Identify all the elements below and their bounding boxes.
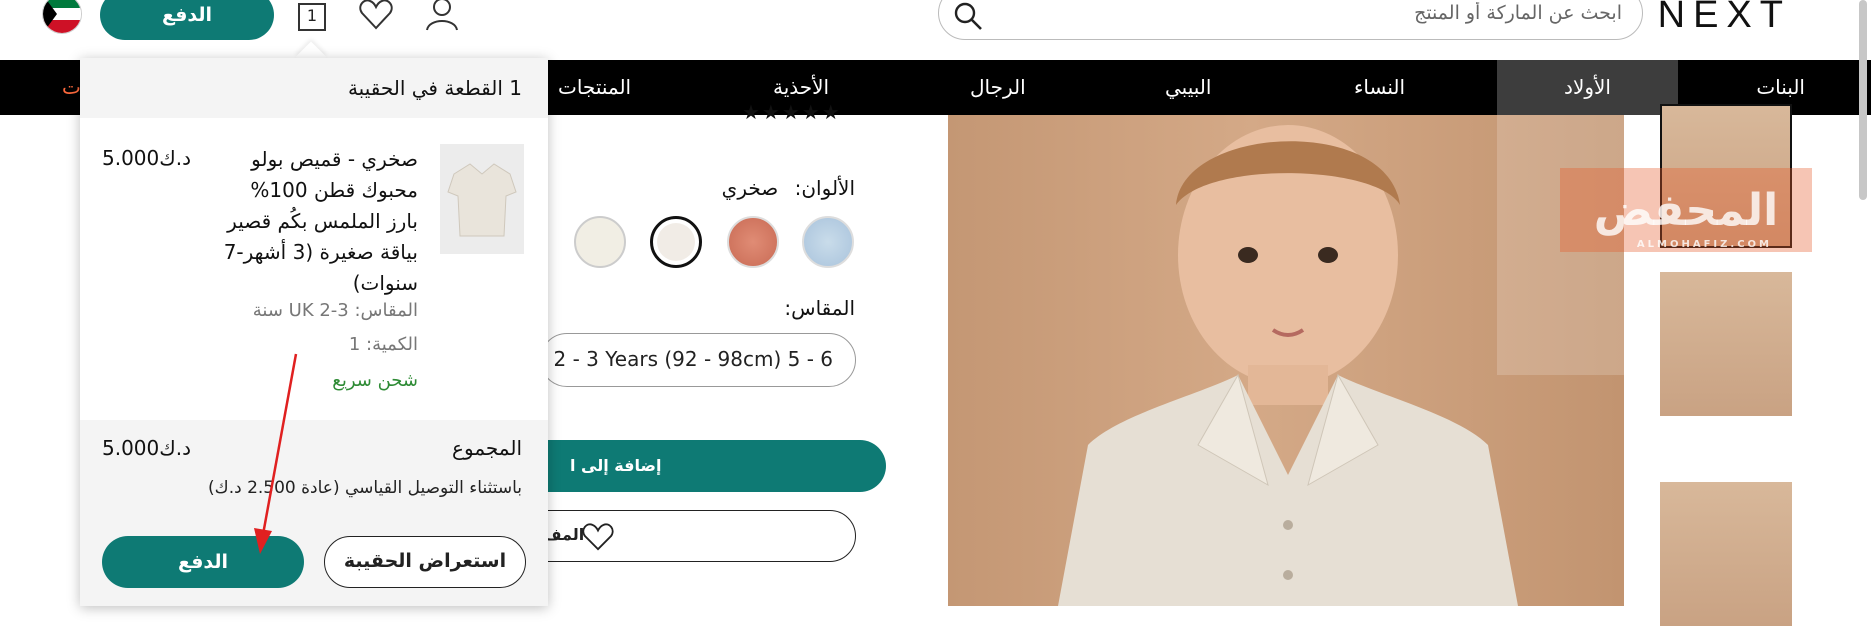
favourite-button[interactable]: المف [540, 510, 856, 562]
annotation-arrow [254, 353, 298, 554]
size-label: المقاس: [784, 296, 855, 320]
shipping-badge: شحن سريع [332, 370, 418, 391]
total-price: 5.000د.ك [102, 436, 192, 460]
nav-item-boys[interactable]: الأولاد [1497, 60, 1678, 115]
colour-swatch-blue[interactable] [802, 216, 854, 268]
search-bar[interactable] [938, 0, 1643, 40]
page-scrollbar[interactable] [1859, 0, 1867, 200]
thumbnail-2[interactable] [1660, 272, 1792, 416]
item-thumbnail[interactable] [440, 144, 524, 254]
bag-button[interactable]: 1 [296, 0, 328, 32]
item-title[interactable]: صخري - قميص بولو محبوك قطن 100% بارز الم… [218, 144, 418, 299]
kuwait-flag-icon[interactable] [42, 0, 82, 34]
search-input[interactable] [1060, 1, 1624, 25]
item-size: المقاس: UK 2-3 سنة [252, 300, 418, 321]
colours-label-text: الألوان: [794, 176, 855, 200]
watermark-subtext: ALMOHAFIZ.COM [1636, 239, 1772, 250]
colour-swatch-rust[interactable] [727, 216, 779, 268]
size-select[interactable]: 2 - 3 Years (92 - 98cm) 5 - 6 [540, 333, 856, 387]
watermark-text: المحفض [1593, 184, 1779, 236]
account-icon[interactable] [424, 0, 460, 32]
checkout-button[interactable]: الدفع [100, 0, 274, 40]
selected-colour: صخري [721, 176, 779, 200]
bag-popover: 1 القطعة في الحقيبة صخري - قميص بولو محب… [80, 58, 548, 606]
bag-popover-header: 1 القطعة في الحقيبة [80, 58, 548, 118]
polo-shirt-icon [447, 163, 517, 237]
search-icon[interactable] [953, 1, 983, 31]
item-price: 5.000د.ك [102, 146, 192, 170]
colour-swatch-stone[interactable] [650, 216, 702, 268]
add-to-bag-button[interactable]: إضافة إلى ا [540, 440, 886, 492]
nav-item-products[interactable]: المنتجات [536, 60, 653, 115]
colour-swatch-cream[interactable] [574, 216, 626, 268]
watermark-logo: المحفض ALMOHAFIZ.COM [1560, 168, 1812, 252]
thumbnail-3[interactable] [1660, 482, 1792, 626]
total-label: المجموع [452, 436, 522, 460]
favourite-label: المف [543, 525, 585, 544]
view-bag-button[interactable]: استعراض الحقيبة [324, 536, 526, 588]
nav-item-women[interactable]: النساء [1332, 60, 1427, 115]
next-logo[interactable]: NEXT [1658, 0, 1791, 37]
bag-heading: 1 القطعة في الحقيبة [347, 76, 522, 100]
colours-label: الألوان: صخري [722, 176, 855, 200]
rating-stars[interactable]: ★★★★★ [742, 100, 842, 124]
nav-item-men[interactable]: الرجال [948, 60, 1048, 115]
item-quantity: الكمية: 1 [348, 334, 418, 355]
heart-icon[interactable] [358, 0, 394, 32]
heart-outline-icon [582, 523, 614, 551]
nav-item-baby[interactable]: البيبي [1143, 60, 1233, 115]
bag-count: 1 [306, 6, 318, 25]
